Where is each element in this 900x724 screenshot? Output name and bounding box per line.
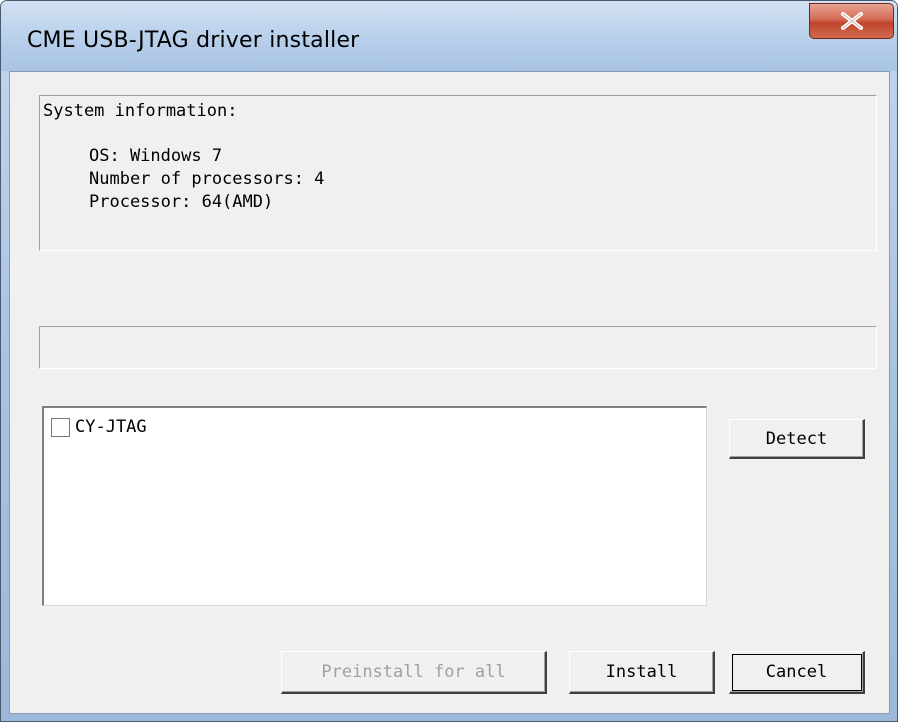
window-title: CME USB-JTAG driver installer	[27, 28, 360, 53]
installer-window: CME USB-JTAG driver installer System inf…	[0, 0, 898, 722]
processor-type-info: Processor: 64(AMD)	[89, 192, 274, 212]
cancel-button[interactable]: Cancel	[729, 651, 865, 694]
os-info: OS: Windows 7	[89, 146, 223, 166]
detect-button[interactable]: Detect	[729, 419, 865, 459]
progress-bar	[39, 326, 877, 369]
preinstall-for-all-button[interactable]: Preinstall for all	[281, 651, 547, 694]
processor-count-info: Number of processors: 4	[89, 169, 325, 189]
system-info-panel: System information: OS: Windows 7 Number…	[39, 95, 877, 251]
close-button[interactable]	[809, 3, 894, 39]
dialog-client-area: System information: OS: Windows 7 Number…	[9, 71, 890, 714]
system-info-heading: System information:	[43, 101, 238, 121]
install-button[interactable]: Install	[569, 651, 715, 694]
title-bar[interactable]: CME USB-JTAG driver installer	[1, 1, 897, 71]
device-list[interactable]: CY-JTAG	[42, 406, 707, 606]
device-checkbox[interactable]	[51, 418, 70, 437]
close-icon	[841, 12, 863, 30]
device-label: CY-JTAG	[75, 417, 147, 437]
